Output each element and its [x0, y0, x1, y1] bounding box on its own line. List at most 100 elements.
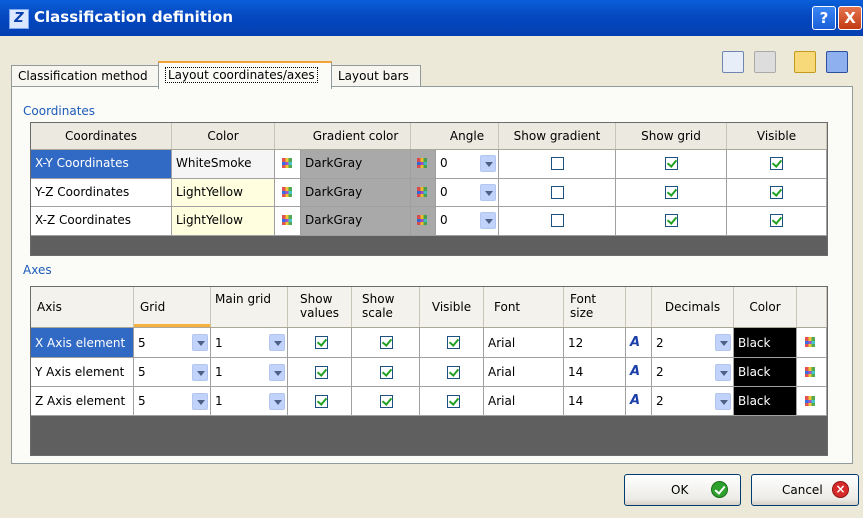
gradient-picker-cell[interactable] — [411, 150, 436, 179]
close-button[interactable]: X — [838, 6, 862, 30]
tab-layout-coordinates-axes[interactable]: Layout coordinates/axes — [158, 61, 332, 89]
layout-icon[interactable] — [722, 51, 744, 73]
ok-button[interactable]: OK — [624, 474, 741, 506]
main-grid-combo[interactable]: 1 — [211, 328, 288, 358]
chevron-down-icon[interactable] — [192, 364, 208, 381]
show-grid-checkbox[interactable] — [665, 157, 678, 170]
axis-name-cell[interactable]: X Axis element — [31, 328, 134, 358]
color-picker-cell[interactable] — [797, 328, 827, 358]
chevron-down-icon[interactable] — [269, 364, 285, 381]
font-size-cell[interactable]: 12 — [564, 328, 626, 358]
visible-checkbox[interactable] — [770, 157, 783, 170]
angle-combo[interactable]: 0 — [436, 179, 499, 207]
coord-name-cell[interactable]: X-Y Coordinates — [31, 150, 172, 179]
show-values-checkbox[interactable] — [315, 395, 328, 408]
chevron-down-icon[interactable] — [715, 364, 731, 381]
chevron-down-icon[interactable] — [715, 334, 731, 351]
show-gradient-checkbox[interactable] — [551, 157, 564, 170]
font-size-cell[interactable]: 14 — [564, 387, 626, 416]
color-picker-cell[interactable] — [797, 387, 827, 416]
visible-checkbox[interactable] — [770, 186, 783, 199]
font-cell[interactable]: Arial — [484, 358, 564, 387]
chevron-down-icon[interactable] — [269, 334, 285, 351]
grid-combo[interactable]: 5 — [134, 358, 211, 387]
font-cell[interactable]: Arial — [484, 387, 564, 416]
grid-combo[interactable]: 5 — [134, 328, 211, 358]
cancel-button[interactable]: Cancel × — [751, 474, 859, 506]
tab-classification-method[interactable]: Classification method — [11, 65, 160, 87]
show-grid-checkbox[interactable] — [665, 214, 678, 227]
font-picker-icon[interactable]: A — [630, 365, 644, 379]
palette-icon[interactable] — [417, 215, 427, 225]
title-bar[interactable]: Z Classification definition ? X — [0, 0, 863, 36]
palette-icon[interactable] — [417, 187, 427, 197]
palette-icon[interactable] — [805, 396, 815, 406]
coord-name-cell[interactable]: Y-Z Coordinates — [31, 179, 172, 207]
main-grid-combo[interactable]: 1 — [211, 387, 288, 416]
font-picker-cell[interactable]: A — [626, 328, 652, 358]
visible-checkbox[interactable] — [770, 214, 783, 227]
show-scale-checkbox[interactable] — [380, 395, 393, 408]
chevron-down-icon[interactable] — [269, 393, 285, 410]
axis-color-cell[interactable]: Black — [734, 358, 797, 387]
visible-checkbox[interactable] — [447, 366, 460, 379]
font-picker-cell[interactable]: A — [626, 358, 652, 387]
decimals-combo[interactable]: 2 — [652, 328, 734, 358]
show-scale-checkbox[interactable] — [380, 366, 393, 379]
axis-color-cell[interactable]: Black — [734, 328, 797, 358]
coord-color-cell[interactable]: WhiteSmoke — [172, 150, 275, 179]
chevron-down-icon[interactable] — [480, 212, 496, 229]
color-picker-cell[interactable] — [275, 179, 301, 207]
show-scale-checkbox[interactable] — [380, 336, 393, 349]
chevron-down-icon[interactable] — [192, 334, 208, 351]
chevron-down-icon[interactable] — [480, 155, 496, 172]
font-picker-cell[interactable]: A — [626, 387, 652, 416]
help-button[interactable]: ? — [812, 6, 836, 30]
table-row[interactable]: Y Axis element 5 1 Arial 14 A 2 Black — [31, 358, 827, 387]
gradient-color-cell[interactable]: DarkGray — [301, 207, 411, 236]
palette-icon[interactable] — [282, 187, 292, 197]
table-row[interactable]: X Axis element 5 1 Arial 12 A 2 Black — [31, 328, 827, 358]
show-values-checkbox[interactable] — [315, 366, 328, 379]
axis-name-cell[interactable]: Z Axis element — [31, 387, 134, 416]
font-cell[interactable]: Arial — [484, 328, 564, 358]
table-row[interactable]: X-Z Coordinates LightYellow DarkGray 0 — [31, 207, 827, 236]
table-row[interactable]: Z Axis element 5 1 Arial 14 A 2 Black — [31, 387, 827, 416]
decimals-combo[interactable]: 2 — [652, 358, 734, 387]
table-row[interactable]: Y-Z Coordinates LightYellow DarkGray 0 — [31, 179, 827, 207]
angle-combo[interactable]: 0 — [436, 207, 499, 236]
visible-checkbox[interactable] — [447, 395, 460, 408]
visible-checkbox[interactable] — [447, 336, 460, 349]
gradient-picker-cell[interactable] — [411, 179, 436, 207]
main-grid-combo[interactable]: 1 — [211, 358, 288, 387]
axis-name-cell[interactable]: Y Axis element — [31, 358, 134, 387]
color-picker-cell[interactable] — [275, 150, 301, 179]
print-icon[interactable] — [754, 51, 776, 73]
show-values-checkbox[interactable] — [315, 336, 328, 349]
coord-color-cell[interactable]: LightYellow — [172, 179, 275, 207]
chevron-down-icon[interactable] — [192, 393, 208, 410]
color-picker-cell[interactable] — [275, 207, 301, 236]
palette-icon[interactable] — [805, 367, 815, 377]
coord-color-cell[interactable]: LightYellow — [172, 207, 275, 236]
palette-icon[interactable] — [282, 158, 292, 168]
color-picker-cell[interactable] — [797, 358, 827, 387]
save-icon[interactable] — [826, 51, 848, 73]
font-picker-icon[interactable]: A — [630, 336, 644, 350]
axis-color-cell[interactable]: Black — [734, 387, 797, 416]
gradient-color-cell[interactable]: DarkGray — [301, 150, 411, 179]
chevron-down-icon[interactable] — [480, 184, 496, 201]
decimals-combo[interactable]: 2 — [652, 387, 734, 416]
palette-icon[interactable] — [805, 337, 815, 347]
gradient-picker-cell[interactable] — [411, 207, 436, 236]
open-folder-icon[interactable] — [794, 51, 816, 73]
palette-icon[interactable] — [282, 215, 292, 225]
font-picker-icon[interactable]: A — [630, 394, 644, 408]
chevron-down-icon[interactable] — [715, 393, 731, 410]
tab-layout-bars[interactable]: Layout bars — [331, 65, 421, 87]
grid-combo[interactable]: 5 — [134, 387, 211, 416]
coord-name-cell[interactable]: X-Z Coordinates — [31, 207, 172, 236]
show-gradient-checkbox[interactable] — [551, 214, 564, 227]
palette-icon[interactable] — [417, 158, 427, 168]
table-row[interactable]: X-Y Coordinates WhiteSmoke DarkGray 0 — [31, 150, 827, 179]
